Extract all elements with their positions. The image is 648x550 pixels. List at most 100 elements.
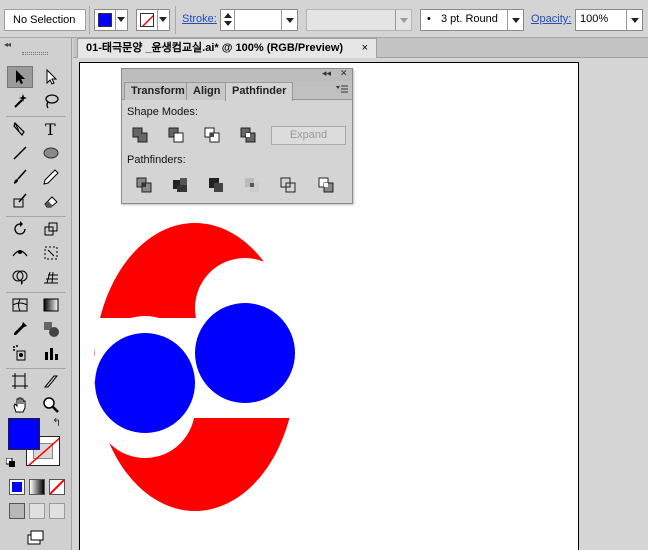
tab-align[interactable]: Align	[186, 82, 228, 100]
symbol-sprayer-icon	[13, 345, 26, 361]
symbol-sprayer-tool[interactable]	[7, 342, 33, 364]
scale-tool[interactable]	[38, 218, 64, 240]
collapse-panel-icon[interactable]: ◂◂	[322, 68, 331, 79]
pencil-icon	[43, 169, 59, 185]
control-bar: No Selection Stroke: • 3 pt. Round Opaci…	[0, 0, 648, 38]
fill-stroke-control: ↰	[6, 416, 66, 472]
exclude-icon[interactable]	[240, 127, 256, 143]
document-tab-bar: 01-태극문양 _윤생컴교실.ai* @ 100% (RGB/Preview) …	[73, 38, 648, 58]
tab-pathfinder[interactable]: Pathfinder	[225, 82, 294, 101]
screen-mode-button[interactable]	[22, 526, 48, 548]
column-graph-tool[interactable]	[38, 342, 64, 364]
hollow-arrow-icon	[46, 68, 58, 85]
magic-wand-tool[interactable]	[7, 90, 33, 112]
type-icon: T	[45, 120, 56, 138]
close-icon[interactable]: ×	[362, 39, 368, 57]
free-transform-tool[interactable]	[38, 242, 64, 264]
chevron-down-icon[interactable]	[507, 10, 523, 30]
stroke-weight-field[interactable]	[220, 9, 298, 31]
separator	[175, 6, 176, 34]
ellipse-tool[interactable]	[38, 142, 64, 164]
ellipse-icon	[43, 147, 59, 159]
stroke-color-dropdown[interactable]	[136, 9, 170, 31]
scale-icon	[44, 222, 58, 236]
screen-mode-icon	[27, 530, 44, 545]
perspective-grid-icon	[44, 271, 58, 284]
divide-icon[interactable]	[136, 177, 152, 193]
close-panel-icon[interactable]: ✕	[340, 68, 348, 79]
opacity-panel-link[interactable]: Opacity:	[531, 13, 571, 25]
minus-front-icon[interactable]	[168, 127, 184, 143]
panel-grip[interactable]	[22, 52, 48, 55]
tools-panel: ◂◂ T ↰	[0, 38, 72, 550]
shape-builder-tool[interactable]	[7, 266, 33, 288]
fill-swatch	[98, 13, 112, 27]
gradient-tool[interactable]	[38, 294, 64, 316]
default-fill-stroke-icon[interactable]	[6, 458, 16, 468]
trim-icon[interactable]	[172, 177, 188, 193]
outline-icon[interactable]	[280, 177, 296, 193]
fill-color-swatch[interactable]	[8, 418, 40, 450]
hand-tool[interactable]	[7, 394, 33, 416]
gradient-mode-button[interactable]	[29, 479, 45, 495]
fill-color-dropdown[interactable]	[94, 9, 128, 31]
blob-brush-icon	[13, 193, 27, 208]
mesh-icon	[12, 298, 28, 312]
pathfinder-panel: ◂◂ ✕ Transform Align Pathfinder Shape Mo…	[121, 68, 353, 204]
color-mode-button[interactable]	[9, 479, 25, 495]
zoom-tool[interactable]	[38, 394, 64, 416]
pencil-tool[interactable]	[38, 166, 64, 188]
slice-tool[interactable]	[38, 370, 64, 392]
paintbrush-tool[interactable]	[7, 166, 33, 188]
arrow-icon	[16, 70, 25, 84]
brush-definition-dropdown[interactable]: • 3 pt. Round	[420, 9, 524, 31]
selection-tool[interactable]	[7, 66, 33, 88]
panel-titlebar[interactable]: ◂◂ ✕	[122, 68, 352, 81]
chevron-down-icon[interactable]	[626, 10, 642, 30]
collapse-icon[interactable]: ◂◂	[4, 40, 11, 49]
panel-tabs: Transform Align Pathfinder	[122, 81, 352, 101]
lasso-tool[interactable]	[38, 90, 64, 112]
tab-transform[interactable]: Transform	[124, 82, 192, 100]
swap-fill-stroke-icon[interactable]: ↰	[52, 416, 61, 429]
chevron-down-icon	[117, 17, 125, 22]
type-tool[interactable]: T	[38, 118, 64, 140]
crop-icon[interactable]	[244, 177, 260, 193]
slice-icon	[43, 375, 59, 388]
mesh-tool[interactable]	[7, 294, 33, 316]
minus-back-icon[interactable]	[318, 177, 334, 193]
blend-tool[interactable]	[38, 318, 64, 340]
brush-label: 3 pt. Round	[441, 13, 498, 25]
pen-tool[interactable]	[7, 118, 33, 140]
document-tab[interactable]: 01-태극문양 _윤생컴교실.ai* @ 100% (RGB/Preview) …	[77, 38, 377, 58]
merge-icon[interactable]	[208, 177, 224, 193]
eraser-icon	[44, 196, 58, 208]
stepper-icon[interactable]	[221, 10, 235, 30]
blend-icon	[44, 322, 59, 337]
free-transform-icon	[44, 246, 58, 260]
eraser-tool[interactable]	[38, 190, 64, 212]
opacity-field[interactable]: 100%	[575, 9, 643, 31]
width-icon	[12, 250, 28, 257]
draw-behind-button[interactable]	[29, 503, 45, 519]
draw-inside-button[interactable]	[49, 503, 65, 519]
intersect-icon[interactable]	[204, 127, 220, 143]
pathfinders-label: Pathfinders:	[127, 154, 186, 166]
perspective-grid-tool[interactable]	[38, 266, 64, 288]
artboard-tool[interactable]	[7, 370, 33, 392]
eyedropper-tool[interactable]	[7, 318, 33, 340]
panel-menu-icon[interactable]	[336, 84, 348, 94]
rotate-tool[interactable]	[7, 218, 33, 240]
width-tool[interactable]	[7, 242, 33, 264]
svg-text:T: T	[45, 120, 56, 138]
draw-normal-button[interactable]	[9, 503, 25, 519]
direct-selection-tool[interactable]	[38, 66, 64, 88]
stroke-panel-link[interactable]: Stroke:	[182, 13, 217, 25]
blob-brush-tool[interactable]	[7, 190, 33, 212]
line-icon	[13, 146, 27, 160]
unite-icon[interactable]	[132, 127, 148, 143]
separator	[89, 6, 90, 34]
chevron-down-icon[interactable]	[281, 10, 297, 30]
line-segment-tool[interactable]	[7, 142, 33, 164]
none-mode-button[interactable]	[49, 479, 65, 495]
